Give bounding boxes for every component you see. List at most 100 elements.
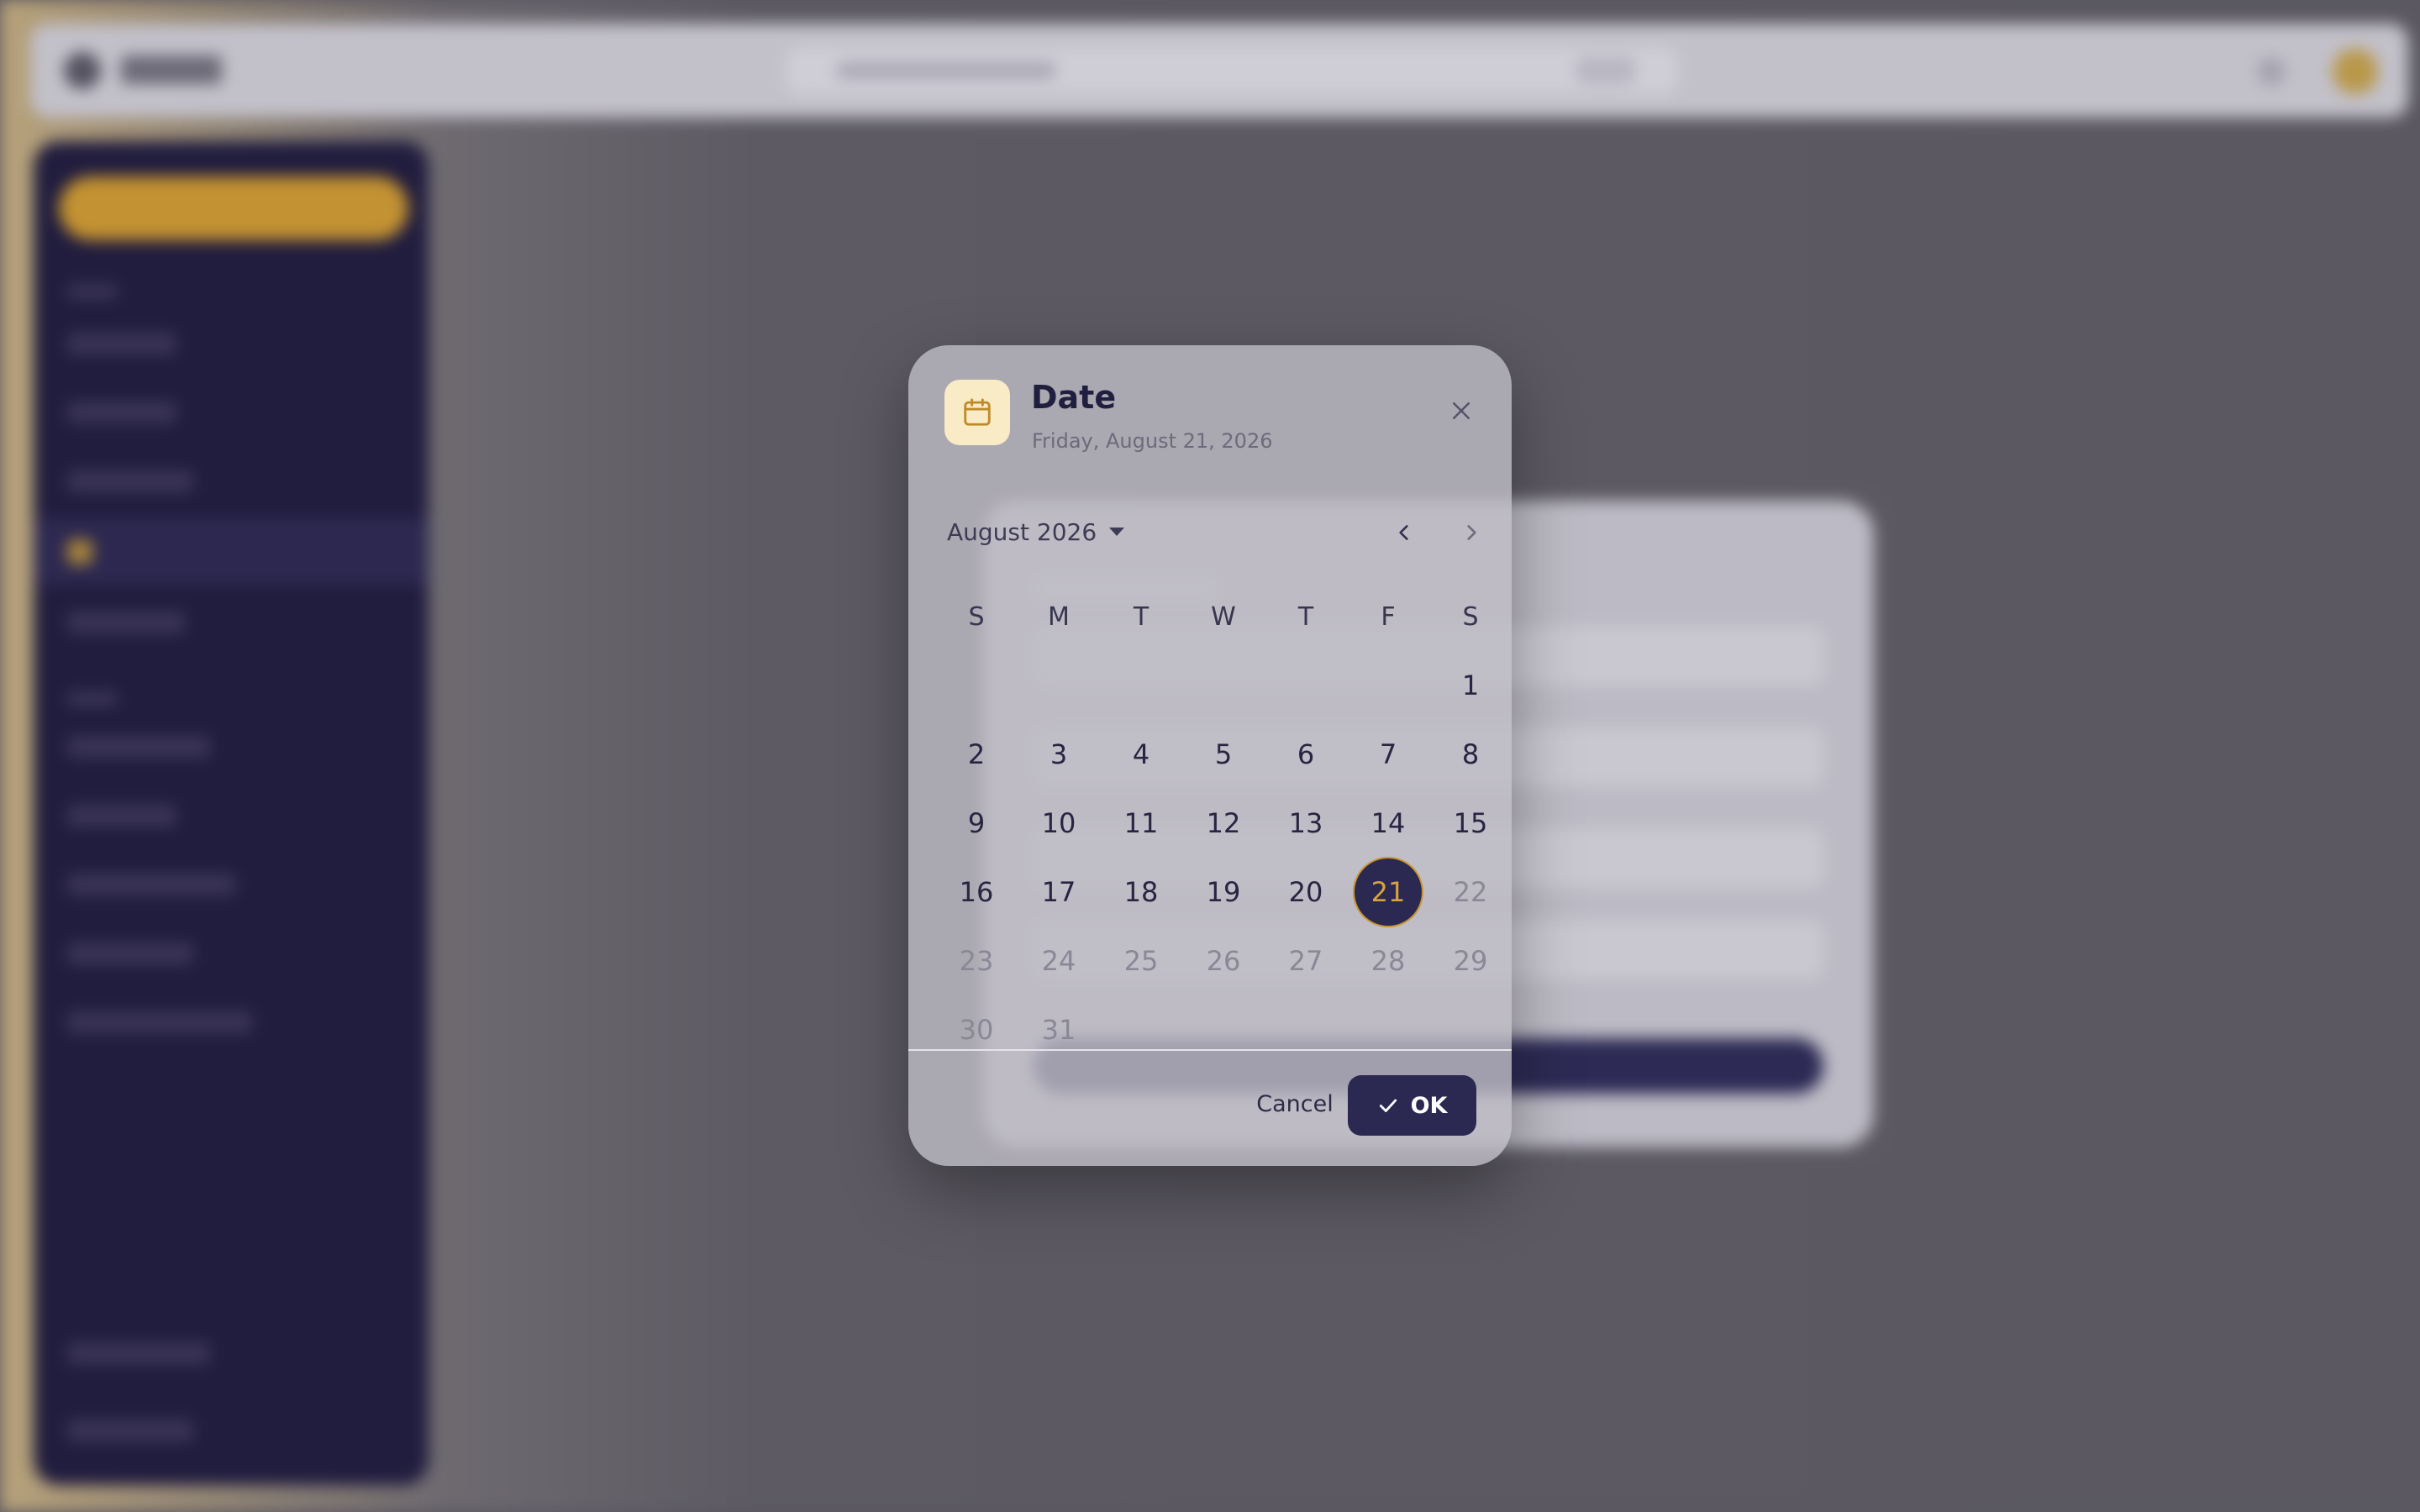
calendar-day[interactable]: 2: [935, 720, 1018, 789]
notification-icon: [2257, 57, 2286, 86]
calendar-day[interactable]: 7: [1347, 720, 1429, 789]
calendar-day[interactable]: 14: [1347, 789, 1429, 858]
next-month-button[interactable]: [1448, 509, 1495, 556]
day-number: 23: [959, 945, 994, 977]
calendar-day[interactable]: 16: [935, 858, 1018, 927]
footer-divider: [908, 1049, 1512, 1051]
day-number: 19: [1206, 876, 1241, 908]
day-number: 31: [1041, 1014, 1076, 1046]
calendar-day: 25: [1100, 927, 1182, 995]
sidebar-primary-button: [59, 176, 408, 240]
calendar-day[interactable]: 13: [1265, 789, 1347, 858]
sidebar-item: [67, 805, 176, 827]
calendar-day[interactable]: 9: [935, 789, 1018, 858]
weekday-header: S: [1462, 601, 1479, 632]
search-placeholder: [837, 62, 1055, 79]
calendar-day[interactable]: 20: [1265, 858, 1347, 927]
shortcut-hint: [1576, 57, 1635, 84]
day-number: 20: [1288, 876, 1323, 908]
calendar-day[interactable]: 18: [1100, 858, 1182, 927]
sidebar: [34, 141, 429, 1485]
empty-day-cell: [1018, 651, 1100, 720]
month-year-dropdown[interactable]: August 2026: [947, 507, 1125, 557]
calendar-grid: S M T W T F S 1 2 3 4 5 6 7 8 9 10 11 12 13 14 15 16 17 18 19 20 21…: [935, 582, 1512, 1064]
sidebar-item: [67, 1420, 193, 1441]
close-button[interactable]: [1438, 387, 1485, 434]
calendar-day: 24: [1018, 927, 1100, 995]
day-number: 29: [1453, 945, 1488, 977]
calendar-day[interactable]: 5: [1182, 720, 1265, 789]
calendar-day[interactable]: 3: [1018, 720, 1100, 789]
check-icon: [1379, 1099, 1397, 1112]
calendar-day-selected[interactable]: 21: [1347, 858, 1429, 927]
empty-day-cell: [1265, 651, 1347, 720]
day-number: 5: [1214, 738, 1233, 770]
calendar-day: 31: [1018, 995, 1100, 1064]
day-number: 22: [1453, 876, 1488, 908]
sidebar-item: [67, 402, 176, 423]
sidebar-item: [67, 1011, 252, 1033]
day-number: 7: [1379, 738, 1397, 770]
day-number: 21: [1355, 858, 1422, 926]
sidebar-item: [67, 470, 193, 492]
calendar-day: 22: [1429, 858, 1512, 927]
calendar-day: 26: [1182, 927, 1265, 995]
calendar-day[interactable]: 6: [1265, 720, 1347, 789]
month-year-label: August 2026: [947, 517, 1097, 546]
day-number: 4: [1132, 738, 1150, 770]
calendar-day[interactable]: 4: [1100, 720, 1182, 789]
calendar-day[interactable]: 1: [1429, 651, 1512, 720]
calendar-day[interactable]: 17: [1018, 858, 1100, 927]
sidebar-item: [67, 1342, 210, 1364]
day-number: 24: [1041, 945, 1076, 977]
day-number: 1: [1461, 669, 1480, 701]
calendar-day: 23: [935, 927, 1018, 995]
day-number: 28: [1370, 945, 1406, 977]
chevron-right-icon: [1467, 525, 1476, 540]
selected-date-text: Friday, August 21, 2026: [1032, 429, 1273, 453]
calendar-day[interactable]: 15: [1429, 789, 1512, 858]
calendar-day[interactable]: 8: [1429, 720, 1512, 789]
weekday-header: T: [1297, 601, 1314, 632]
day-number: 12: [1206, 807, 1241, 839]
calendar-day: 30: [935, 995, 1018, 1064]
weekday-header: W: [1211, 601, 1236, 632]
day-number: 9: [967, 807, 986, 839]
app-logo: [64, 52, 101, 89]
previous-month-button[interactable]: [1381, 509, 1428, 556]
day-number: 17: [1041, 876, 1076, 908]
calendar-day[interactable]: 19: [1182, 858, 1265, 927]
day-number: 10: [1041, 807, 1076, 839]
avatar: [2333, 49, 2378, 94]
close-icon: [1453, 402, 1470, 419]
calendar-day[interactable]: 12: [1182, 789, 1265, 858]
day-number: 11: [1123, 807, 1159, 839]
sidebar-section-heading: [67, 691, 118, 706]
sidebar-item: [67, 874, 235, 895]
dialog-title: Date: [1031, 379, 1117, 416]
sidebar-item: [67, 942, 193, 964]
empty-day-cell: [1100, 651, 1182, 720]
ok-button[interactable]: OK: [1348, 1075, 1476, 1136]
weekday-header: T: [1133, 601, 1150, 632]
day-number: 30: [959, 1014, 994, 1046]
day-number: 13: [1288, 807, 1323, 839]
caret-down-icon: [1109, 528, 1125, 536]
calendar-day[interactable]: 10: [1018, 789, 1100, 858]
day-number: 3: [1050, 738, 1068, 770]
sidebar-item: [67, 612, 185, 633]
sidebar-section-heading: [67, 284, 118, 299]
top-bar: [30, 24, 2408, 118]
sidebar-item: [67, 736, 210, 758]
ok-button-label: OK: [1410, 1092, 1448, 1119]
calendar-day[interactable]: 11: [1100, 789, 1182, 858]
calendar-day: 28: [1347, 927, 1429, 995]
calendar-icon: [944, 380, 1010, 445]
day-number: 14: [1370, 807, 1406, 839]
cancel-button[interactable]: Cancel: [1236, 1074, 1354, 1133]
empty-day-cell: [1182, 651, 1265, 720]
sidebar-item: [67, 333, 176, 354]
app-name-placeholder: [121, 55, 222, 84]
weekday-header: M: [1048, 601, 1070, 632]
sidebar-item-active-icon: [67, 539, 92, 564]
